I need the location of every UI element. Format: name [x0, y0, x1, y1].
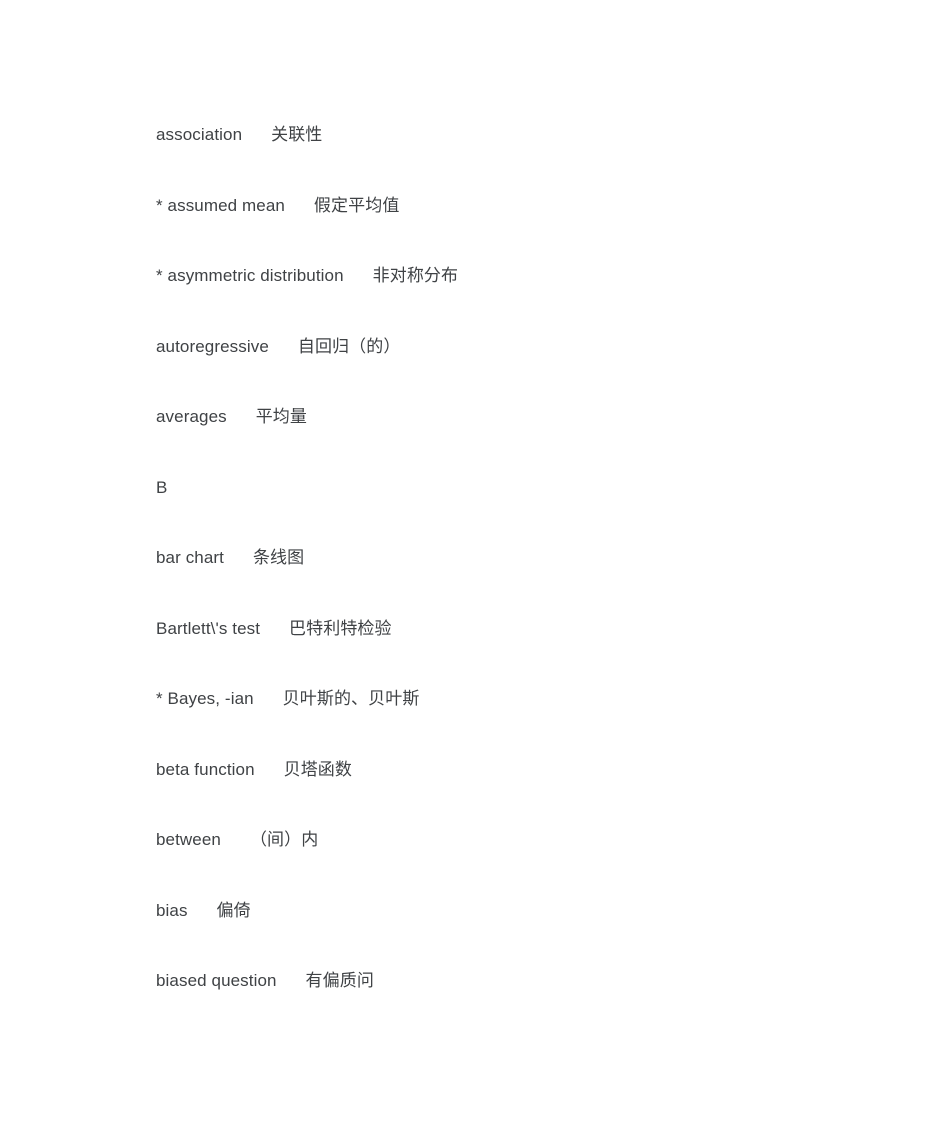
entry-term: beta function — [156, 759, 255, 779]
entry-term: * assumed mean — [156, 195, 285, 215]
entry-separator — [255, 760, 284, 779]
entry-term: association — [156, 125, 243, 144]
entry-translation: 自回归（的） — [297, 336, 401, 356]
entry-translation: 关联性 — [271, 125, 323, 144]
entry-term: Bartlett\'s test — [156, 618, 261, 638]
entry-separator — [269, 337, 298, 356]
glossary-entry: averages 平均量 — [156, 382, 905, 453]
glossary-entry: bar chart 条线图 — [156, 523, 905, 594]
glossary-entry: * assumed mean 假定平均值 — [156, 171, 905, 242]
entry-term: bar chart — [156, 548, 224, 567]
entry-translation: 贝塔函数 — [283, 759, 353, 779]
entry-translation: 偏倚 — [216, 900, 251, 920]
glossary-entry: autoregressive 自回归（的） — [156, 312, 905, 383]
entry-separator — [254, 689, 283, 708]
glossary-entry: bias 偏倚 — [156, 876, 905, 947]
entry-separator — [242, 125, 271, 144]
entry-separator — [277, 971, 306, 990]
entry-translation: （间）内 — [249, 830, 319, 849]
entry-translation: 巴特利特检验 — [289, 618, 392, 638]
entry-translation: 假定平均值 — [313, 195, 400, 215]
entry-separator — [221, 830, 250, 849]
glossary-entry: between （间）内 — [156, 805, 905, 876]
glossary-entry: * Bayes, -ian 贝叶斯的、贝叶斯 — [156, 664, 905, 735]
entry-term: * asymmetric distribution — [156, 266, 344, 285]
entry-term: biased question — [156, 971, 277, 990]
entry-separator — [285, 196, 314, 215]
entry-translation: 贝叶斯的、贝叶斯 — [282, 689, 420, 708]
entry-separator — [188, 901, 217, 920]
glossary-entry: association 关联性 — [156, 100, 905, 171]
entry-term: between — [156, 830, 221, 849]
entry-separator — [260, 619, 289, 638]
entry-term: averages — [156, 407, 227, 426]
entry-term: autoregressive — [156, 336, 269, 356]
entry-translation: 非对称分布 — [372, 266, 459, 285]
entry-translation: 有偏质问 — [305, 971, 374, 990]
glossary-entry-list: association 关联性 * assumed mean 假定平均值 * asy… — [156, 100, 905, 1017]
entry-term: bias — [156, 900, 188, 920]
glossary-entry: Bartlett\'s test 巴特利特检验 — [156, 594, 905, 665]
document-page: association 关联性 * assumed mean 假定平均值 * asy… — [0, 0, 945, 1123]
entry-separator — [224, 548, 253, 567]
glossary-entry: biased question 有偏质问 — [156, 946, 905, 1017]
glossary-entry: * asymmetric distribution 非对称分布 — [156, 241, 905, 312]
entry-separator — [344, 266, 373, 285]
glossary-entry: beta function 贝塔函数 — [156, 735, 905, 806]
entry-translation: 条线图 — [252, 548, 305, 567]
section-letter-heading: B — [156, 453, 905, 524]
entry-term: * Bayes, -ian — [156, 689, 254, 708]
entry-translation: 平均量 — [255, 407, 307, 426]
entry-separator — [227, 407, 256, 426]
section-letter-label: B — [156, 477, 168, 497]
